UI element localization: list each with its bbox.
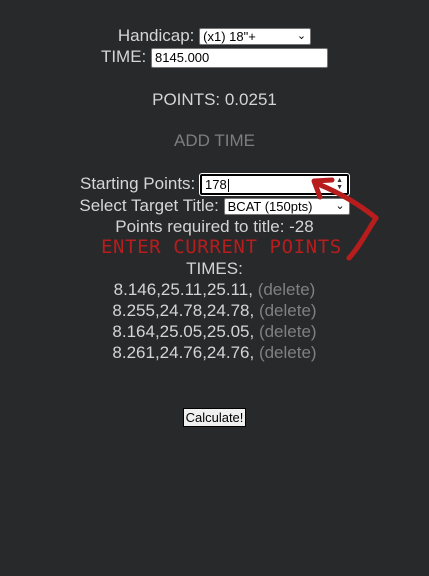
- time-row: TIME: 8145.000: [0, 47, 429, 68]
- points-required-text: Points required to title: -28: [115, 217, 314, 236]
- add-time-button[interactable]: ADD TIME: [0, 131, 429, 151]
- time-input[interactable]: 8145.000: [151, 47, 329, 68]
- times-header: TIMES:: [186, 259, 243, 278]
- points-result: POINTS: 0.0251: [152, 90, 277, 109]
- handicap-label: Handicap:: [117, 26, 195, 45]
- list-item: 8.261,24.76,24.76, (delete): [0, 343, 429, 363]
- handicap-row: Handicap: (x1) 18"+ ⌄: [0, 26, 429, 46]
- target-title-select[interactable]: BCAT (150pts) ⌄: [223, 198, 350, 216]
- delete-link[interactable]: (delete): [259, 301, 317, 320]
- list-item: 8.255,24.78,24.78, (delete): [0, 301, 429, 321]
- time-entry-value: 8.164,25.05,25.05,: [112, 322, 255, 341]
- starting-points-label: Starting Points:: [79, 174, 196, 193]
- starting-points-row: Starting Points: 178 ▲ ▼: [0, 173, 429, 197]
- time-label: TIME:: [100, 47, 147, 66]
- target-title-row: Select Target Title: BCAT (150pts) ⌄: [0, 196, 429, 216]
- list-item: 8.164,25.05,25.05, (delete): [0, 322, 429, 342]
- starting-points-input[interactable]: 178 ▲ ▼: [199, 173, 350, 197]
- delete-link[interactable]: (delete): [258, 280, 316, 299]
- starting-points-value: 178: [205, 177, 227, 193]
- chevron-down-icon: ⌄: [335, 200, 345, 213]
- spinner-icon[interactable]: ▲ ▼: [336, 177, 343, 191]
- delete-link[interactable]: (delete): [259, 322, 317, 341]
- text-cursor: [227, 179, 229, 193]
- chevron-down-icon: ⌄: [296, 30, 307, 43]
- time-entry-value: 8.255,24.78,24.78,: [112, 301, 255, 320]
- target-title-selected-value: BCAT (150pts): [227, 199, 313, 215]
- target-title-label: Select Target Title:: [79, 196, 219, 215]
- list-item: 8.146,25.11,25.11, (delete): [0, 280, 429, 300]
- time-entry-value: 8.261,24.76,24.76,: [112, 343, 255, 362]
- handicap-select[interactable]: (x1) 18"+ ⌄: [199, 28, 312, 46]
- calculate-button[interactable]: Calculate!: [182, 408, 247, 427]
- calculate-row: Calculate!: [0, 407, 429, 427]
- annotation-enter-current-points: ENTER CURRENT POINTS: [101, 236, 342, 258]
- handicap-selected-value: (x1) 18"+: [203, 29, 256, 45]
- time-entry-value: 8.146,25.11,25.11,: [113, 280, 253, 299]
- delete-link[interactable]: (delete): [259, 343, 317, 362]
